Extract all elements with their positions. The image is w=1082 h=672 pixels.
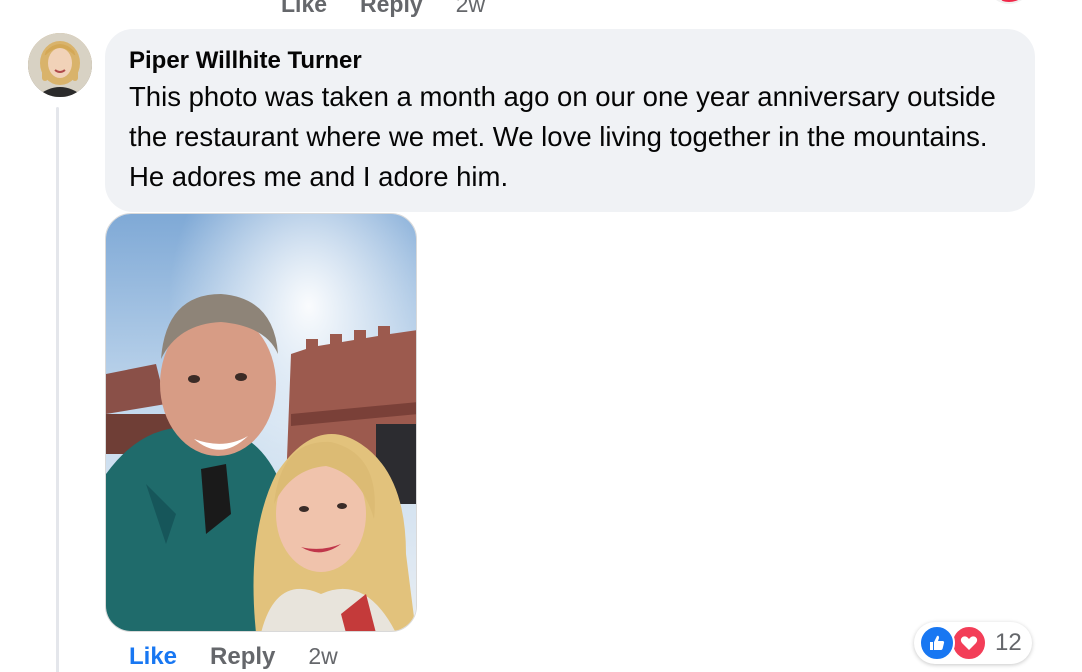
- comment-author-name[interactable]: Piper Willhite Turner: [129, 45, 362, 77]
- love-icon: [951, 625, 987, 661]
- comment-text: This photo was taken a month ago on our …: [129, 81, 996, 192]
- like-button[interactable]: Like: [129, 643, 177, 671]
- couple-selfie-image: [106, 214, 416, 631]
- comment-thread: Like Reply 2w Piper Willhite Turner This…: [0, 0, 1082, 672]
- thread-line: [56, 107, 59, 672]
- previous-comment-actions: Like Reply 2w: [281, 0, 485, 18]
- previous-like-button[interactable]: Like: [281, 0, 327, 18]
- avatar[interactable]: [28, 33, 92, 97]
- comment-actions: Like Reply 2w: [129, 643, 338, 671]
- comment-timestamp[interactable]: 2w: [308, 643, 337, 670]
- previous-timestamp[interactable]: 2w: [456, 0, 485, 18]
- reply-button[interactable]: Reply: [210, 643, 275, 671]
- previous-reply-button[interactable]: Reply: [360, 0, 423, 18]
- avatar-image: [28, 33, 92, 97]
- comment-photo[interactable]: [105, 213, 417, 632]
- reaction-count: 12: [995, 629, 1022, 656]
- previous-reactions-badge[interactable]: [990, 0, 1028, 4]
- like-icon: [919, 625, 955, 661]
- reactions-summary[interactable]: 12: [914, 622, 1032, 664]
- comment-bubble: Piper Willhite Turner This photo was tak…: [105, 29, 1035, 212]
